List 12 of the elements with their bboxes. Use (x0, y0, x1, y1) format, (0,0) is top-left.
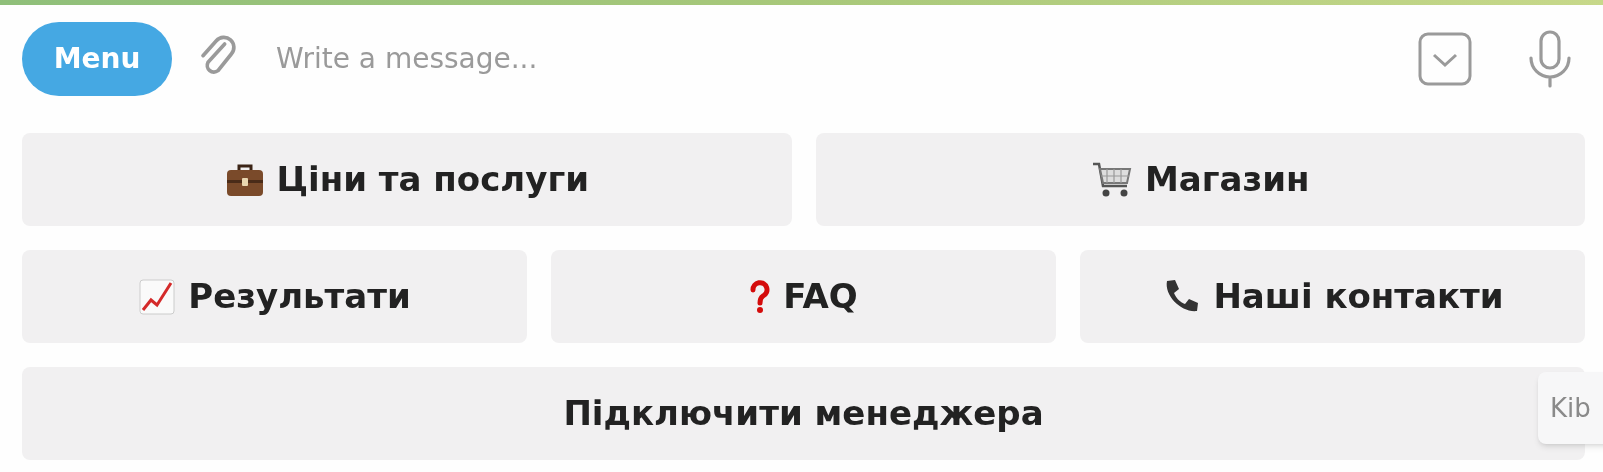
microphone-icon[interactable] (1527, 30, 1573, 88)
keyboard-button[interactable]: Наші контакти (1080, 250, 1585, 343)
keyboard-button[interactable]: FAQ (551, 250, 1056, 343)
keyboard-button[interactable]: Магазин (815, 133, 1585, 226)
message-input[interactable]: Write a message... (276, 38, 1418, 80)
keyboard-button[interactable]: Ціни та послуги (22, 133, 792, 226)
cart-icon (1090, 160, 1133, 199)
keyboard-button[interactable]: Результати (22, 250, 527, 343)
chevron-down-box-icon[interactable] (1418, 32, 1472, 86)
tooltip: Kib (1538, 372, 1603, 444)
chart-icon (138, 277, 177, 316)
question-icon (749, 279, 772, 314)
